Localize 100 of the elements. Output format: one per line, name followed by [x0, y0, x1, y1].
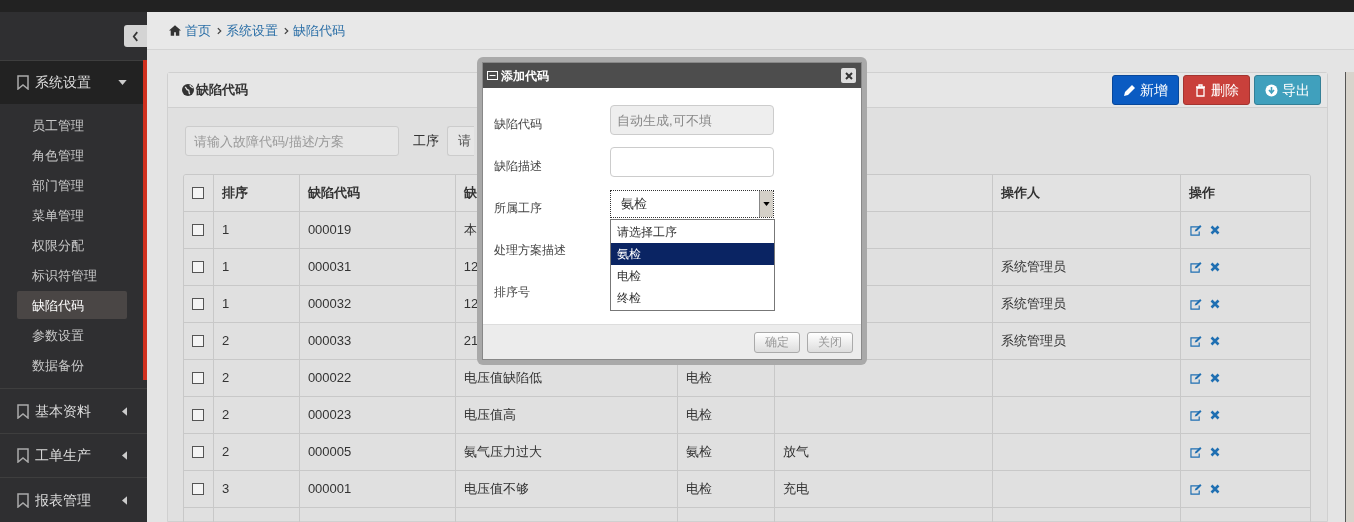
header-checkbox[interactable]: [192, 187, 205, 199]
table-cell-text: 电压值不够: [463, 480, 529, 499]
caret-left-icon: [122, 406, 127, 416]
edit-button[interactable]: [1190, 446, 1203, 458]
edit-icon: [1190, 409, 1203, 421]
delete-row-button[interactable]: [1210, 336, 1221, 346]
search-field[interactable]: 请输入故障代码/描述/方案: [185, 126, 399, 156]
table-cell-text: 000023: [307, 406, 352, 425]
table-cell-text: 000033: [307, 332, 352, 351]
breadcrumb-link[interactable]: 缺陷代码: [293, 20, 345, 41]
caret-left-icon: [122, 451, 127, 461]
sidebar-item[interactable]: 菜单管理: [17, 201, 127, 230]
globe-icon: [182, 84, 194, 96]
row-checkbox[interactable]: [192, 483, 205, 495]
delete-row-button[interactable]: [1210, 262, 1221, 272]
add-button[interactable]: 新增: [1112, 75, 1179, 105]
table-cell-text: 充电: [783, 480, 810, 499]
table-cell-text: 电检: [685, 369, 712, 388]
edit-button[interactable]: [1190, 483, 1203, 495]
column-header: 缺: [463, 184, 477, 203]
close-icon: [1210, 373, 1221, 383]
edit-icon: [1190, 224, 1203, 236]
table-cell-text: 电压值高: [463, 406, 516, 425]
row-checkbox[interactable]: [192, 261, 205, 273]
table-cell-text: 1: [221, 295, 230, 314]
sidebar-item[interactable]: 数据备份: [17, 351, 127, 380]
field-label: 缺陷描述: [494, 158, 543, 175]
row-checkbox[interactable]: [192, 224, 205, 236]
process-dropdown[interactable]: 氨检: [610, 190, 774, 218]
row-checkbox[interactable]: [192, 446, 205, 458]
table-cell-text: 电压值缺陷低: [463, 369, 542, 388]
collapse-button[interactable]: [124, 25, 147, 47]
row-checkbox[interactable]: [192, 372, 205, 384]
bookmark-icon: [16, 403, 30, 419]
breadcrumb-link[interactable]: 系统设置: [226, 20, 278, 41]
row-checkbox[interactable]: [192, 409, 205, 421]
sidebar-item[interactable]: 权限分配: [17, 231, 127, 260]
table-cell-text: 氨气压力过大: [463, 443, 542, 462]
sidebar-item[interactable]: 部门管理: [17, 171, 127, 200]
breadcrumb-link[interactable]: 首页: [185, 20, 211, 41]
field-label: 所属工序: [494, 200, 543, 217]
edit-icon: [1190, 298, 1203, 310]
sidebar-item[interactable]: 缺陷代码: [17, 291, 127, 320]
sidebar-item[interactable]: 角色管理: [17, 141, 127, 170]
table-cell-text: 2: [221, 406, 230, 425]
chevron-right-icon: [217, 26, 222, 35]
edit-icon: [1190, 335, 1203, 347]
close-button[interactable]: [841, 68, 856, 83]
column-header: 操作人: [1001, 184, 1041, 203]
delete-row-button[interactable]: [1210, 410, 1221, 420]
table-cell-text: 放气: [783, 443, 810, 462]
dropdown-option[interactable]: 终检: [611, 287, 774, 309]
edit-icon: [1190, 483, 1203, 495]
edit-button[interactable]: [1190, 298, 1203, 310]
table-cell-text: 1: [221, 221, 230, 240]
table-cell-text: 2: [221, 369, 230, 388]
process-select[interactable]: 请: [447, 126, 474, 156]
dropdown-option[interactable]: 氨检: [611, 243, 774, 265]
sidebar-item[interactable]: 参数设置: [17, 321, 127, 350]
download-icon: [1265, 83, 1278, 97]
table-cell-text: 系统管理员: [1001, 332, 1067, 351]
row-checkbox[interactable]: [192, 298, 205, 310]
edit-button[interactable]: [1190, 224, 1203, 236]
table-cell-text: 000005: [307, 443, 352, 462]
table-cell-text: 氨检: [685, 443, 712, 462]
edit-button[interactable]: [1190, 409, 1203, 421]
table-cell-text: 电检: [685, 406, 712, 425]
delete-button[interactable]: 删除: [1183, 75, 1250, 105]
delete-row-button[interactable]: [1210, 484, 1221, 494]
window-icon: [487, 71, 498, 80]
delete-row-button[interactable]: [1210, 373, 1221, 383]
close-icon: [1210, 484, 1221, 494]
caret-down-icon: [118, 79, 127, 85]
close-icon: [844, 71, 853, 80]
bookmark-icon: [16, 448, 30, 464]
delete-row-button[interactable]: [1210, 225, 1221, 235]
scrollbar[interactable]: [1345, 72, 1354, 522]
dropdown-option[interactable]: 请选择工序: [611, 221, 774, 243]
field-label: 处理方案描述: [494, 242, 567, 259]
edit-button[interactable]: [1190, 335, 1203, 347]
filter-label: 工序: [413, 132, 439, 151]
delete-row-button[interactable]: [1210, 447, 1221, 457]
text-field[interactable]: [610, 147, 774, 177]
pencil-icon: [1123, 83, 1136, 97]
dropdown-option[interactable]: 电检: [611, 265, 774, 287]
edit-icon: [1190, 372, 1203, 384]
table-cell-text: 3: [221, 480, 230, 499]
table-cell-text: 12: [463, 295, 479, 314]
edit-icon: [1190, 261, 1203, 273]
table-cell-text: 电检: [685, 480, 712, 499]
home-icon: [169, 25, 181, 36]
row-checkbox[interactable]: [192, 335, 205, 347]
sidebar-item[interactable]: 标识符管理: [17, 261, 127, 290]
panel-title: 缺陷代码: [196, 81, 248, 100]
edit-button[interactable]: [1190, 372, 1203, 384]
chevron-left-icon: [132, 30, 139, 42]
edit-button[interactable]: [1190, 261, 1203, 273]
delete-row-button[interactable]: [1210, 299, 1221, 309]
table-cell-text: 000001: [307, 480, 352, 499]
sidebar-item[interactable]: 员工管理: [17, 111, 127, 140]
